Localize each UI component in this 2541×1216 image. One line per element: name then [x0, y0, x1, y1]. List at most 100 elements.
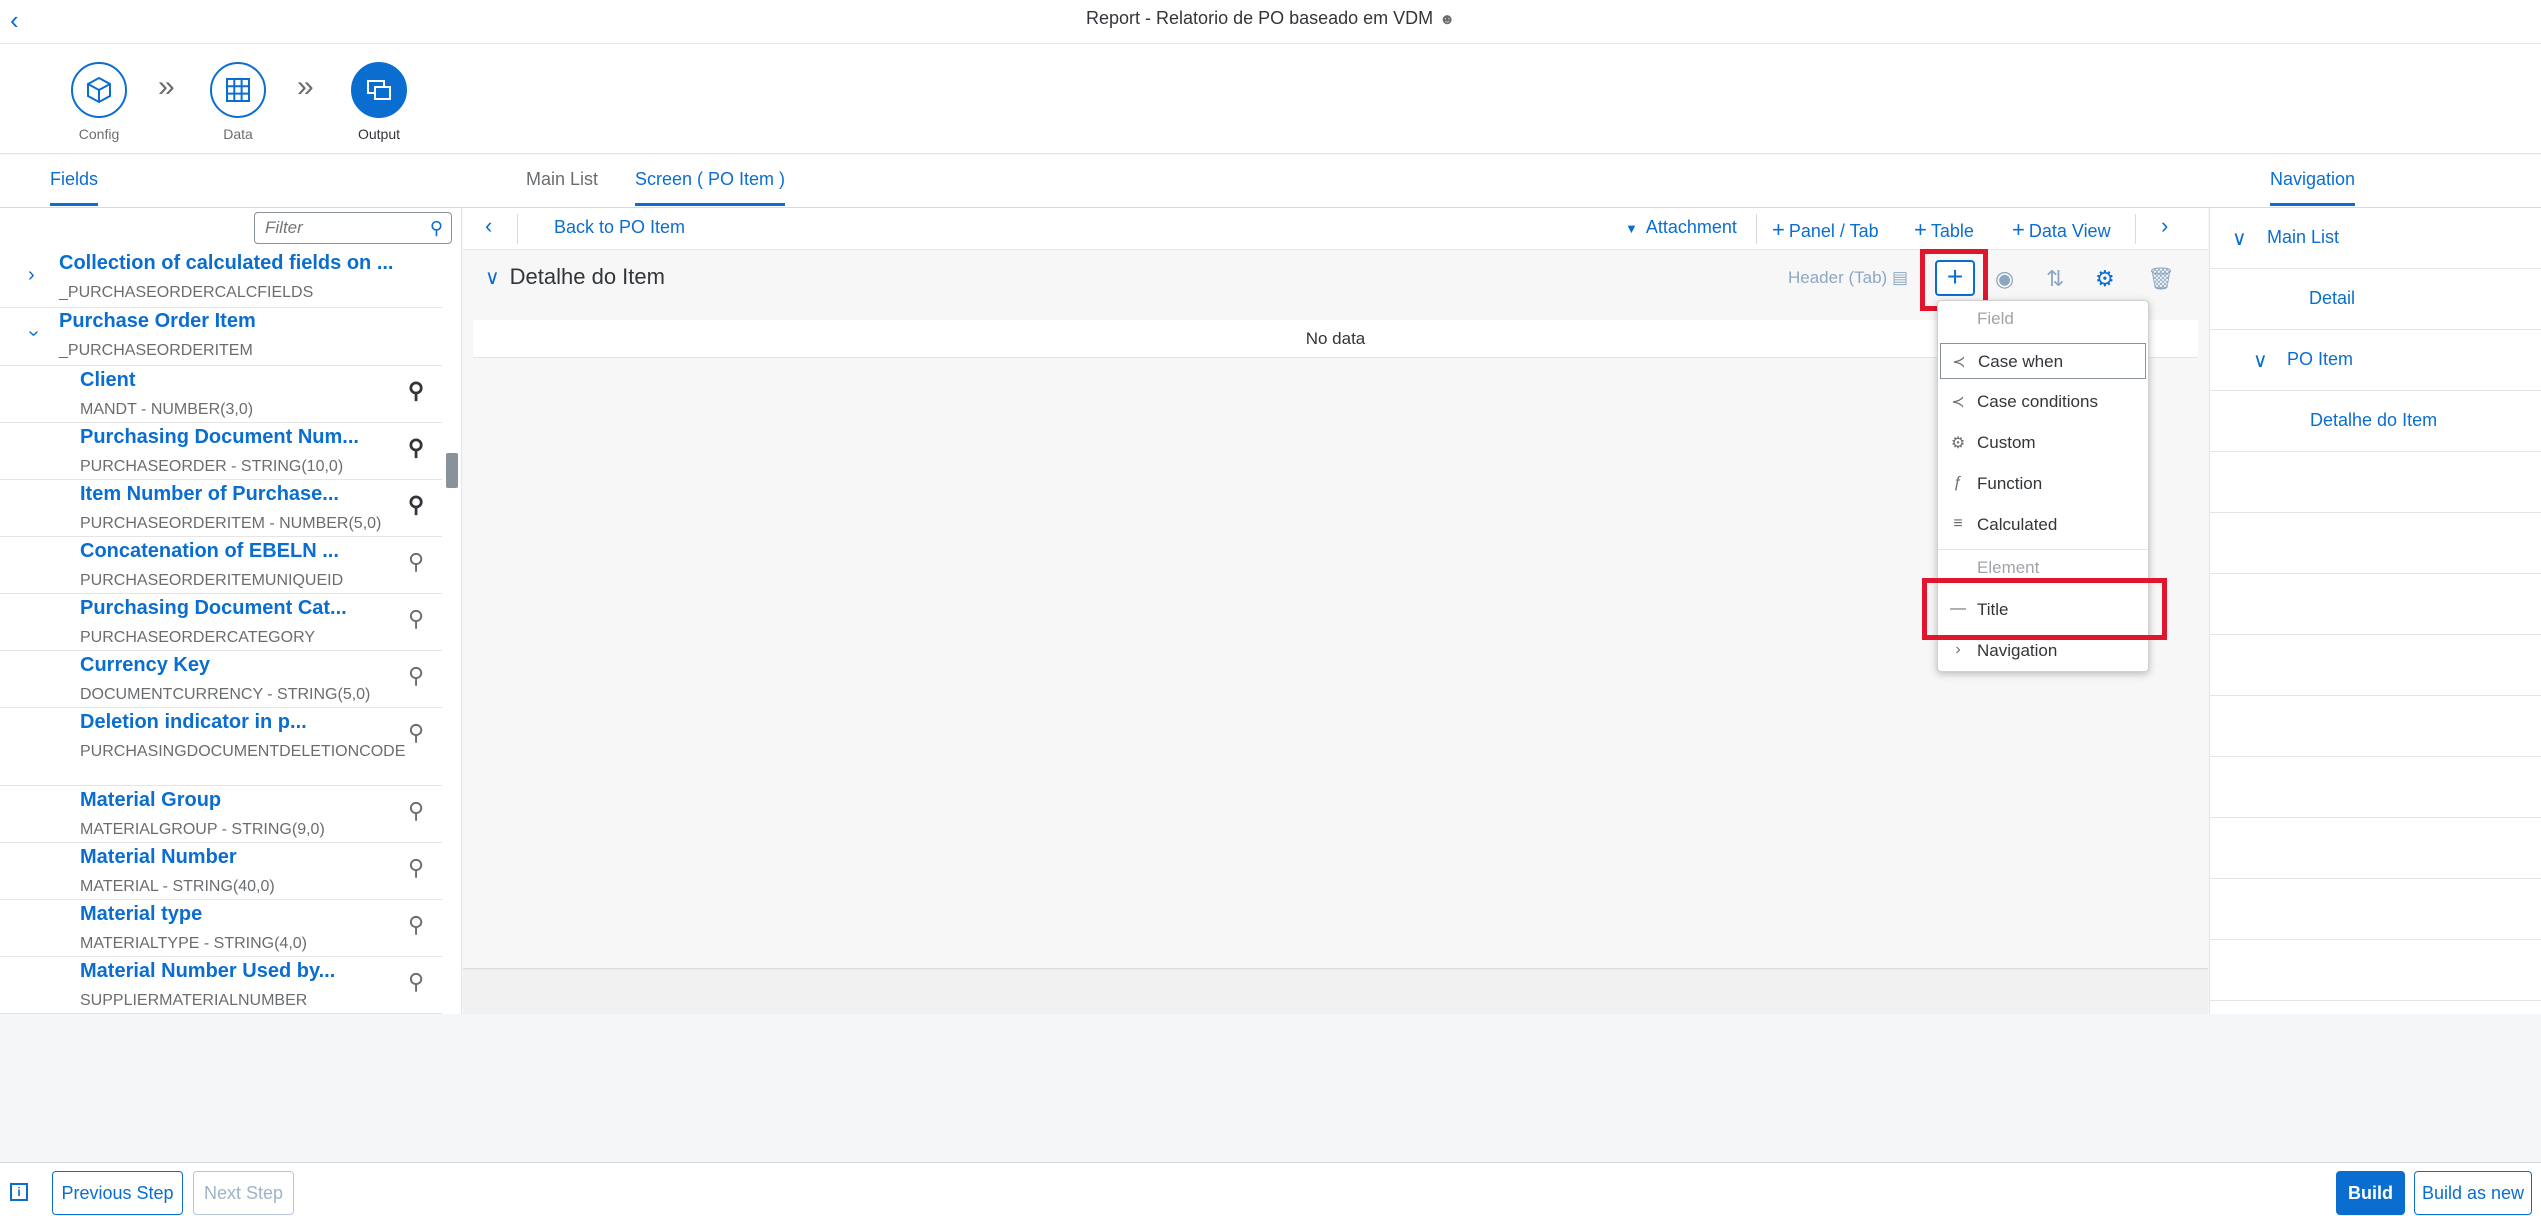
- header-tab-label: Header (Tab) ▤: [1788, 268, 1909, 287]
- nav-empty-row: [2210, 574, 2541, 635]
- gear-icon: ⚙: [1950, 435, 1966, 452]
- nav-empty-row: [2210, 818, 2541, 879]
- function-icon: ƒ: [1953, 474, 1963, 491]
- key-outline-icon: ⚲: [408, 912, 425, 937]
- menu-item-custom[interactable]: ⚙ Custom: [1940, 425, 2146, 461]
- document-icon: ▤: [1891, 268, 1909, 287]
- list-item[interactable]: Material Number MATERIAL - STRING(40,0) …: [0, 843, 442, 900]
- build-button[interactable]: Build: [2336, 1171, 2405, 1215]
- panel-tabs: Fields Main List Screen ( PO Item ) Navi…: [0, 155, 2541, 208]
- list-item[interactable]: Currency Key DOCUMENTCURRENCY - STRING(5…: [0, 651, 442, 708]
- chevron-down-icon[interactable]: ∨: [2232, 226, 2247, 251]
- key-outline-icon: ⚲: [408, 720, 425, 745]
- key-outline-icon: ⚲: [408, 855, 425, 880]
- user-icon: ☻: [1439, 11, 1455, 28]
- step-data[interactable]: Data: [183, 62, 293, 142]
- tab-fields[interactable]: Fields: [50, 169, 99, 206]
- chevron-double-icon: »: [297, 70, 314, 103]
- share-icon: ≺: [1951, 394, 1965, 411]
- key-outline-icon: ⚲: [408, 969, 425, 994]
- chevron-right-icon[interactable]: ›: [2161, 213, 2168, 239]
- share-icon: ≺: [1952, 354, 1966, 371]
- caret-down-icon: ▼: [1625, 221, 1638, 236]
- nav-item-main-list[interactable]: ∨ Main List: [2210, 208, 2541, 269]
- separator: [517, 214, 518, 244]
- chevron-left-icon[interactable]: ‹: [485, 213, 492, 239]
- cube-icon: [71, 62, 127, 118]
- grid-icon: [210, 62, 266, 118]
- plus-icon: +: [2012, 217, 2025, 242]
- separator: [1756, 214, 1757, 244]
- scrollbar-thumb[interactable]: [446, 453, 458, 488]
- list-item[interactable]: Material Number Used by... SUPPLIERMATER…: [0, 957, 442, 1014]
- section-header[interactable]: ∨ Detalhe do Item: [485, 264, 665, 290]
- list-item[interactable]: Item Number of Purchase... PURCHASEORDER…: [0, 480, 442, 537]
- menu-item-calculated[interactable]: ≡ Calculated: [1940, 507, 2146, 543]
- list-item[interactable]: Deletion indicator in p... PURCHASINGDOC…: [0, 708, 442, 786]
- list-item[interactable]: Purchasing Document Cat... PURCHASEORDER…: [0, 594, 442, 651]
- list-item[interactable]: Material type MATERIALTYPE - STRING(4,0)…: [0, 900, 442, 957]
- menu-item-function[interactable]: ƒ Function: [1940, 466, 2146, 502]
- plus-icon: +: [1772, 217, 1785, 242]
- chevron-right-icon: ›: [1955, 641, 1961, 658]
- search-icon[interactable]: ⚲: [430, 218, 443, 239]
- key-outline-icon: ⚲: [408, 798, 425, 823]
- title-bar: ‹ Report - Relatorio de PO baseado em VD…: [0, 0, 2541, 44]
- nav-empty-row: [2210, 879, 2541, 940]
- info-icon[interactable]: i: [10, 1183, 28, 1201]
- add-panel-tab-button[interactable]: + Panel / Tab: [1772, 217, 1879, 243]
- tab-main-list[interactable]: Main List: [526, 169, 598, 190]
- add-data-view-button[interactable]: + Data View: [2012, 217, 2111, 243]
- nav-item-detalhe-do-item[interactable]: Detalhe do Item: [2210, 391, 2541, 452]
- tab-navigation[interactable]: Navigation: [2270, 169, 2356, 206]
- chevron-down-icon[interactable]: ›: [22, 330, 45, 337]
- add-table-button[interactable]: + Table: [1914, 217, 1974, 243]
- chevron-down-icon[interactable]: ∨: [2253, 348, 2268, 373]
- add-button[interactable]: +: [1935, 260, 1975, 296]
- key-icon: ⚲: [408, 492, 425, 517]
- nav-empty-row: [2210, 635, 2541, 696]
- menu-item-case-conditions[interactable]: ≺ Case conditions: [1940, 384, 2146, 420]
- app-title: Report - Relatorio de PO baseado em VDM ☻: [1086, 8, 1455, 28]
- nav-item-po-item[interactable]: ∨ PO Item: [2210, 330, 2541, 391]
- step-output[interactable]: Output: [314, 62, 444, 194]
- footer-bar: i Previous Step Next Step Build Build as…: [0, 1162, 2541, 1216]
- tab-screen-po-item[interactable]: Screen ( PO Item ): [635, 169, 786, 206]
- field-list: › Collection of calculated fields on ...…: [0, 250, 442, 1014]
- plus-icon: +: [1946, 261, 1964, 292]
- key-outline-icon: ⚲: [408, 606, 425, 631]
- list-item[interactable]: Material Group MATERIALGROUP - STRING(9,…: [0, 786, 442, 843]
- menu-separator: [1938, 549, 2148, 550]
- next-step-button[interactable]: Next Step: [193, 1171, 294, 1215]
- nav-item-detail[interactable]: Detail: [2210, 269, 2541, 330]
- menu-header-field: Field: [1977, 309, 2014, 328]
- nav-empty-row: [2210, 757, 2541, 818]
- group-calculated-fields[interactable]: › Collection of calculated fields on ...…: [0, 250, 442, 308]
- screen-toolbar: ‹ Back to PO Item ▼ Attachment + Panel / T…: [463, 208, 2208, 250]
- chevron-right-icon[interactable]: ›: [28, 264, 35, 287]
- attachment-button[interactable]: ▼ Attachment: [1625, 217, 1737, 238]
- key-outline-icon: ⚲: [408, 663, 425, 688]
- list-item[interactable]: Purchasing Document Num... PURCHASEORDER…: [0, 423, 442, 480]
- back-to-po-item-link[interactable]: Back to PO Item: [554, 217, 685, 238]
- build-as-new-button[interactable]: Build as new: [2414, 1171, 2532, 1215]
- delete-icon[interactable]: 🗑: [2147, 266, 2175, 292]
- filter-field[interactable]: ⚲: [254, 212, 452, 244]
- list-item[interactable]: Concatenation of EBELN ... PURCHASEORDER…: [0, 537, 442, 594]
- eye-icon[interactable]: ◉: [1995, 266, 2014, 292]
- list-item[interactable]: Client MANDT - NUMBER(3,0) ⚲: [0, 366, 442, 423]
- filter-input[interactable]: [255, 213, 415, 243]
- plus-icon: +: [1914, 217, 1927, 242]
- nav-empty-row: [2210, 452, 2541, 513]
- chevron-down-icon[interactable]: ∨: [485, 267, 500, 289]
- key-outline-icon: ⚲: [408, 549, 425, 574]
- group-purchase-order-item[interactable]: › Purchase Order Item _PURCHASEORDERITEM: [0, 308, 442, 366]
- nav-empty-row: [2210, 513, 2541, 574]
- menu-header-element: Element: [1977, 558, 2040, 577]
- settings-icon[interactable]: ⚙: [2095, 266, 2115, 292]
- calculator-icon: ≡: [1953, 515, 1963, 532]
- menu-item-case-when[interactable]: ≺ Case when: [1940, 343, 2146, 379]
- step-config[interactable]: Config: [44, 62, 154, 142]
- previous-step-button[interactable]: Previous Step: [52, 1171, 183, 1215]
- sort-icon[interactable]: ⇅: [2046, 266, 2064, 292]
